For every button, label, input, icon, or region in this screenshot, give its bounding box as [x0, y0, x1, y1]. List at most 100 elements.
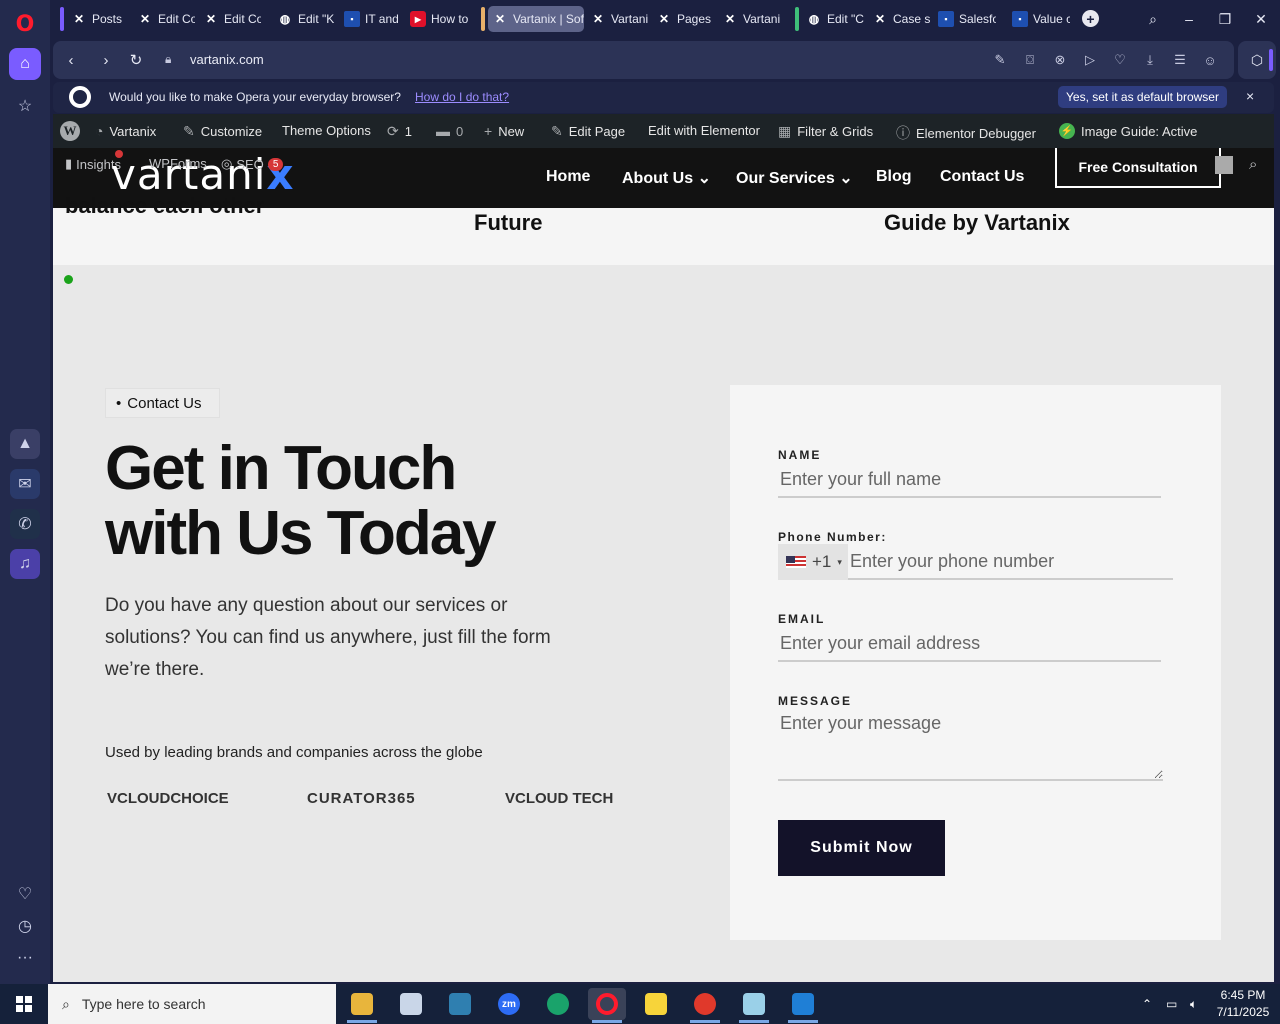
opera-icon[interactable] — [588, 988, 626, 1023]
messenger-icon[interactable]: ✉ — [10, 469, 40, 499]
extensions-icon[interactable]: ⬡ — [1238, 41, 1276, 79]
x-icon: ✕ — [139, 12, 151, 26]
history-icon[interactable]: ◷ — [9, 910, 41, 942]
edge-icon[interactable] — [539, 988, 577, 1020]
restore-icon[interactable]: ❐ — [1214, 8, 1236, 30]
wp-wpforms[interactable]: WPForms — [149, 156, 207, 171]
network-icon[interactable]: ▭ — [1166, 984, 1177, 1024]
wp-theme-options[interactable]: Theme Options — [282, 123, 371, 138]
paint-icon[interactable] — [392, 988, 430, 1020]
wp-elementor-debugger[interactable]: ⓘ Elementor Debugger — [896, 123, 1036, 143]
heart-icon[interactable]: ♡ — [9, 878, 41, 910]
reload-icon[interactable]: ↻ — [126, 50, 146, 70]
wp-updates[interactable]: ⟳ 1 — [387, 123, 412, 140]
forward-icon[interactable]: › — [96, 50, 116, 70]
email-field[interactable] — [778, 626, 1161, 662]
vscode-icon[interactable] — [784, 988, 822, 1023]
tab-0[interactable]: ✕ Posts — [67, 6, 127, 32]
app-icon-2[interactable] — [735, 988, 773, 1023]
banner-close-icon[interactable]: × — [1246, 88, 1254, 104]
card-title-1: Future — [474, 210, 543, 235]
nav-contact[interactable]: Contact Us — [940, 168, 1024, 186]
menu-icon[interactable]: ☰ — [1171, 51, 1189, 69]
flow-icon[interactable]: ▷ — [1081, 51, 1099, 69]
wp-image-guide[interactable]: ⚡ Image Guide: Active — [1059, 123, 1197, 139]
tab-6-active[interactable]: ✕ Vartanix | Sof — [488, 6, 584, 32]
opera-logo-icon[interactable]: O — [9, 8, 41, 40]
avatar[interactable] — [1215, 156, 1233, 174]
windows-start-icon[interactable] — [0, 984, 48, 1024]
tab-8[interactable]: ✕ Pages — [652, 6, 714, 32]
tray-chevron-icon[interactable]: ⌃ — [1142, 984, 1152, 1024]
wp-filter-grids[interactable]: ▦ Filter & Grids — [778, 123, 873, 140]
aria-icon[interactable]: ▲ — [10, 429, 40, 459]
profile-icon[interactable]: ☺ — [1201, 51, 1219, 69]
system-clock[interactable]: 6:45 PM 7/11/2025 — [1212, 987, 1274, 1021]
tab-5[interactable]: ▶ How to — [406, 6, 468, 32]
file-explorer-icon[interactable] — [343, 988, 381, 1023]
free-consultation-button[interactable]: Free Consultation — [1055, 148, 1221, 188]
tab-13[interactable]: ▪ Value c — [1008, 6, 1070, 32]
wordpress-icon[interactable]: W — [60, 121, 80, 141]
tab-1[interactable]: ✕ Edit Co — [133, 6, 195, 32]
taskbar-search[interactable]: ⌕ Type here to search — [48, 984, 336, 1024]
tab-11[interactable]: ✕ Case st — [868, 6, 930, 32]
music-player-icon[interactable]: ♫ — [10, 549, 40, 579]
tab-2[interactable]: ✕ Edit Co — [199, 6, 261, 32]
country-code-select[interactable]: +1 ▾ — [778, 544, 848, 580]
download-icon[interactable]: ⤓ — [1141, 51, 1159, 69]
bookmark-heart-icon[interactable]: ♡ — [1111, 51, 1129, 69]
wp-seo[interactable]: ◎ SEO 5 — [221, 156, 284, 172]
sticky-notes-icon[interactable] — [637, 988, 675, 1020]
name-field[interactable] — [778, 462, 1161, 498]
wp-customize[interactable]: ✎ Customize — [183, 123, 262, 140]
close-window-icon[interactable]: ✕ — [1250, 8, 1272, 30]
whatsapp-icon[interactable]: ✆ — [10, 509, 40, 539]
back-icon[interactable]: ‹ — [61, 50, 81, 70]
tab-12[interactable]: ▪ Salesfo — [934, 6, 996, 32]
adblock-icon[interactable]: ⊗ — [1051, 51, 1069, 69]
contact-form: NAME Phone Number: +1▾ EMAIL MESSAGE Sub… — [730, 385, 1221, 940]
zoom-icon[interactable]: zm — [490, 988, 528, 1020]
info-icon: ⓘ — [896, 125, 910, 141]
comment-icon: ▬ — [436, 123, 450, 139]
home-icon[interactable]: ⌂ — [9, 48, 41, 80]
wp-new[interactable]: + New — [484, 123, 524, 139]
new-tab-icon[interactable]: + — [1082, 10, 1099, 27]
edit-icon[interactable]: ✎ — [991, 51, 1009, 69]
tab-4[interactable]: ▪ IT and — [340, 6, 402, 32]
wp-site-menu[interactable]: ◔ Vartanix — [95, 123, 156, 139]
nav-home[interactable]: Home — [546, 168, 590, 186]
volume-icon[interactable]: 🔈︎ — [1190, 984, 1197, 1024]
nav-about[interactable]: About Us ⌄ — [622, 168, 711, 188]
brand-logo-vcloudtech: VCLOUD TECH — [505, 790, 614, 807]
set-default-button[interactable]: Yes, set it as default browser — [1058, 86, 1227, 108]
camera-icon[interactable]: ⌼ — [1021, 51, 1039, 69]
nav-blog[interactable]: Blog — [876, 168, 912, 186]
star-icon[interactable]: ☆ — [9, 90, 41, 122]
phone-field[interactable] — [848, 544, 1173, 580]
section-pill: • Contact Us — [105, 388, 220, 418]
chrome-icon[interactable] — [686, 988, 724, 1023]
search-tabs-icon[interactable]: ⌕ — [1142, 8, 1164, 30]
wp-edit-page[interactable]: ✎ Edit Page — [551, 123, 625, 140]
tab-7[interactable]: ✕ Vartani — [586, 6, 648, 32]
tab-3[interactable]: ◍ Edit "K — [273, 6, 335, 32]
more-icon[interactable]: ··· — [9, 942, 41, 974]
nav-services[interactable]: Our Services ⌄ — [736, 168, 853, 188]
tab-10[interactable]: ◍ Edit "C — [802, 6, 864, 32]
wp-edit-elementor[interactable]: Edit with Elementor — [648, 123, 760, 138]
search-icon[interactable]: ⌕ — [1249, 156, 1257, 173]
url-field[interactable]: vartanix.com — [190, 52, 264, 67]
message-field[interactable] — [778, 711, 1163, 781]
app-icon[interactable] — [441, 988, 479, 1020]
tab-9[interactable]: ✕ Vartani — [718, 6, 780, 32]
phone-label: Phone Number: — [778, 530, 887, 544]
banner-help-link[interactable]: How do I do that? — [415, 90, 509, 104]
brush-icon: ✎ — [183, 123, 195, 139]
page-title: Get in Touch with Us Today — [105, 434, 497, 568]
x-icon: ✕ — [73, 12, 85, 26]
submit-button[interactable]: Submit Now — [778, 820, 945, 876]
wp-comments[interactable]: ▬ 0 — [436, 123, 463, 139]
minimize-icon[interactable]: ‒ — [1178, 8, 1200, 30]
